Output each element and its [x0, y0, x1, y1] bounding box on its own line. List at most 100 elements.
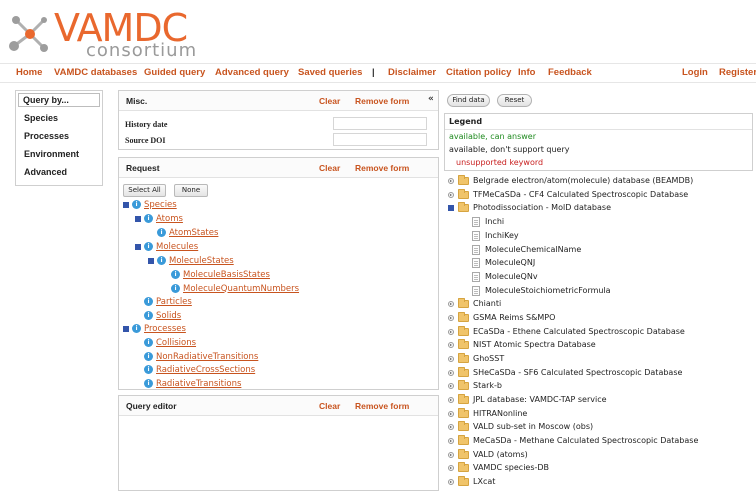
tree-species[interactable]: i Species — [123, 198, 177, 211]
file-icon — [472, 216, 480, 227]
collapse-icon[interactable]: « — [428, 94, 434, 104]
expand-toggle-icon[interactable] — [448, 369, 454, 376]
db-item[interactable]: GhoSST — [448, 352, 504, 365]
nav-home[interactable]: Home — [16, 67, 42, 78]
source-doi-label: Source DOI — [125, 136, 166, 145]
selected-square-icon — [148, 257, 154, 264]
expand-toggle-icon[interactable] — [448, 328, 454, 335]
db-subitem[interactable]: MoleculeQNv — [472, 270, 538, 283]
expand-toggle-icon[interactable] — [448, 341, 454, 348]
nav-saved-queries[interactable]: Saved queries — [298, 67, 362, 78]
vamdc-logo[interactable]: VAMDC consortium — [6, 6, 196, 62]
tree-processes[interactable]: i Processes — [123, 322, 186, 335]
nav-vamdc-databases[interactable]: VAMDC databases — [54, 67, 137, 78]
db-item[interactable]: VAMDC species-DB — [448, 461, 549, 474]
folder-icon — [458, 393, 469, 404]
misc-clear-link[interactable]: Clear — [319, 96, 340, 106]
expand-toggle-icon[interactable] — [448, 410, 454, 417]
expand-toggle-icon[interactable] — [448, 451, 454, 458]
info-circle-icon: i — [144, 352, 153, 361]
db-item[interactable]: JPL database: VAMDC-TAP service — [448, 393, 607, 406]
tree-atoms[interactable]: i Atoms — [135, 212, 183, 225]
db-item[interactable]: NIST Atomic Spectra Database — [448, 338, 596, 351]
query-by-processes[interactable]: Processes — [16, 127, 102, 145]
request-clear-link[interactable]: Clear — [319, 163, 340, 173]
request-remove-form-link[interactable]: Remove form — [355, 163, 409, 173]
nav-feedback[interactable]: Feedback — [548, 67, 592, 78]
folder-icon — [458, 188, 469, 199]
editor-clear-link[interactable]: Clear — [319, 401, 340, 411]
db-item[interactable]: LXcat — [448, 475, 495, 488]
expand-toggle-icon[interactable] — [448, 355, 454, 362]
db-subitem[interactable]: InchiKey — [472, 229, 519, 242]
select-all-button[interactable]: Select All — [123, 184, 166, 197]
db-item-expanded[interactable]: Photodissociation - MolD database — [448, 201, 611, 214]
find-data-button[interactable]: Find data — [447, 94, 490, 107]
tree-molecules[interactable]: i Molecules — [135, 240, 198, 253]
query-by-advanced[interactable]: Advanced — [16, 163, 102, 181]
expand-toggle-icon[interactable] — [448, 478, 454, 485]
db-item[interactable]: TFMeCaSDa - CF4 Calculated Spectroscopic… — [448, 188, 688, 201]
misc-panel-title: Misc. — [126, 96, 148, 106]
db-item[interactable]: VALD (atoms) — [448, 448, 528, 461]
nav-advanced-query[interactable]: Advanced query — [215, 67, 289, 78]
db-item[interactable]: ECaSDa - Ethene Calculated Spectroscopic… — [448, 325, 685, 338]
none-button[interactable]: None — [174, 184, 208, 197]
selected-square-icon — [135, 243, 141, 250]
expand-toggle-icon[interactable] — [448, 423, 454, 430]
tree-radiativetransitions[interactable]: i RadiativeTransitions — [144, 377, 241, 390]
main-nav: Home VAMDC databases Guided query Advanc… — [0, 63, 756, 83]
tree-solids[interactable]: i Solids — [144, 309, 181, 322]
tree-atomstates[interactable]: i AtomStates — [157, 226, 218, 239]
db-subitem[interactable]: MoleculeChemicalName — [472, 243, 581, 256]
expand-toggle-icon[interactable] — [448, 300, 454, 307]
folder-icon — [458, 366, 469, 377]
nav-citation-policy[interactable]: Citation policy — [446, 67, 511, 78]
tree-moleculequantumnumbers[interactable]: i MoleculeQuantumNumbers — [171, 282, 299, 295]
folder-icon — [458, 352, 469, 363]
db-item[interactable]: SHeCaSDa - SF6 Calculated Spectroscopic … — [448, 366, 682, 379]
legend-title: Legend — [449, 117, 483, 126]
legend-box: Legend available, can answer available, … — [444, 113, 753, 171]
tree-moleculestates[interactable]: i MoleculeStates — [148, 254, 234, 267]
db-subitem[interactable]: Inchi — [472, 215, 504, 228]
tree-nonradiativetransitions[interactable]: i NonRadiativeTransitions — [144, 350, 258, 363]
info-circle-icon: i — [132, 324, 141, 333]
logo-subtitle: consortium — [86, 40, 198, 61]
expand-toggle-icon[interactable] — [448, 464, 454, 471]
db-item[interactable]: GSMA Reims S&MPO — [448, 311, 555, 324]
nav-info[interactable]: Info — [518, 67, 535, 78]
nav-guided-query[interactable]: Guided query — [144, 67, 205, 78]
db-item[interactable]: HITRANonline — [448, 407, 527, 420]
tree-moleculebasisstates[interactable]: i MoleculeBasisStates — [171, 268, 270, 281]
db-item[interactable]: Belgrade electron/atom(molecule) databas… — [448, 174, 693, 187]
query-by-environment[interactable]: Environment — [16, 145, 102, 163]
request-panel-header: Request Clear Remove form — [119, 158, 438, 178]
tree-radiativecrosssections[interactable]: i RadiativeCrossSections — [144, 363, 255, 376]
expand-toggle-icon[interactable] — [448, 382, 454, 389]
expand-toggle-icon[interactable] — [448, 177, 454, 184]
selected-square-icon[interactable] — [448, 204, 454, 211]
db-subitem[interactable]: MoleculeQNJ — [472, 256, 535, 269]
tree-collisions[interactable]: i Collisions — [144, 336, 196, 349]
expand-toggle-icon[interactable] — [448, 396, 454, 403]
editor-remove-form-link[interactable]: Remove form — [355, 401, 409, 411]
nav-register[interactable]: Register — [719, 67, 756, 78]
expand-toggle-icon[interactable] — [448, 314, 454, 321]
expand-toggle-icon[interactable] — [448, 191, 454, 198]
db-subitem[interactable]: MoleculeStoichiometricFormula — [472, 284, 611, 297]
query-by-species[interactable]: Species — [16, 109, 102, 127]
db-item[interactable]: Chianti — [448, 297, 501, 310]
source-doi-input[interactable] — [333, 133, 427, 146]
query-editor-header: Query editor Clear Remove form — [119, 396, 438, 416]
misc-remove-form-link[interactable]: Remove form — [355, 96, 409, 106]
nav-login[interactable]: Login — [682, 67, 708, 78]
db-item[interactable]: MeCaSDa - Methane Calculated Spectroscop… — [448, 434, 698, 447]
db-item[interactable]: VALD sub-set in Moscow (obs) — [448, 420, 593, 433]
nav-disclaimer[interactable]: Disclaimer — [388, 67, 436, 78]
expand-toggle-icon[interactable] — [448, 437, 454, 444]
tree-particles[interactable]: i Particles — [144, 295, 192, 308]
history-date-input[interactable] — [333, 117, 427, 130]
db-item[interactable]: Stark-b — [448, 379, 502, 392]
reset-button[interactable]: Reset — [497, 94, 532, 107]
